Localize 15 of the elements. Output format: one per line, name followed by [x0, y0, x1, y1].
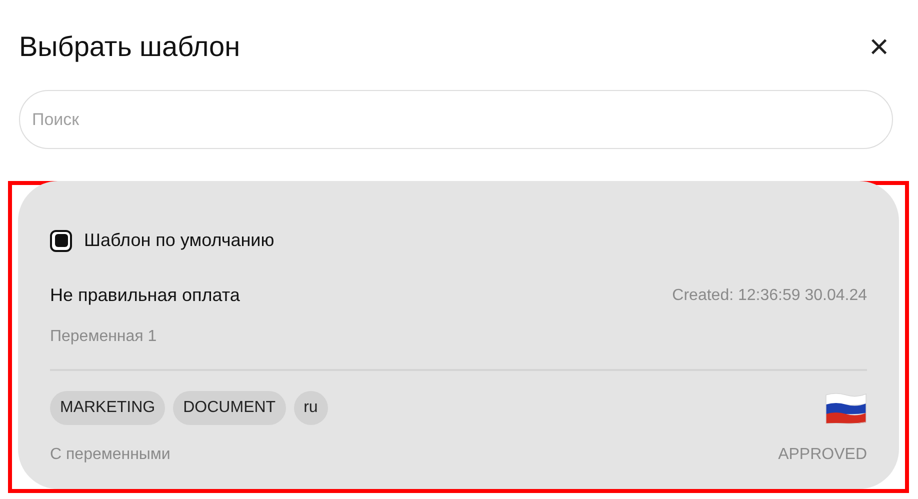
template-card[interactable]: Шаблон по умолчанию Не правильная оплата Created: 12:36:59 30.04.24 Переменная 1 MARKETING DOCUMENT ru С переменными APPROVED [18, 181, 899, 489]
tag: ru [294, 391, 328, 425]
close-button[interactable]: × [865, 30, 893, 64]
variable-text: Переменная 1 [50, 327, 158, 347]
status-text: APPROVED [778, 445, 867, 465]
dialog-title: Выбрать шаблон [19, 30, 240, 64]
search-field[interactable]: Поиск [19, 90, 893, 149]
tag: MARKETING [50, 391, 166, 425]
template-name: Не правильная оплата [50, 284, 240, 307]
template-type: С переменными [50, 445, 170, 465]
flag-icon [825, 392, 867, 424]
checkbox[interactable] [50, 230, 72, 252]
checkbox-label: Шаблон по умолчанию [84, 229, 274, 252]
created-date: Created: 12:36:59 30.04.24 [672, 286, 867, 306]
tag: DOCUMENT [173, 391, 286, 425]
